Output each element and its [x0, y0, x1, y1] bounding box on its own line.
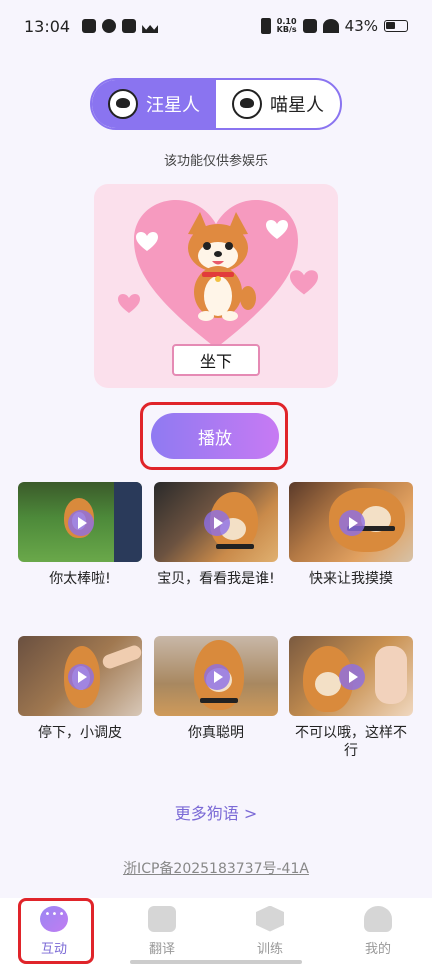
play-button-highlight: 播放 — [140, 402, 288, 470]
tab-profile[interactable]: 我的 — [324, 898, 432, 964]
toggle-dog-label: 汪星人 — [146, 95, 200, 116]
vibrate-icon — [260, 18, 271, 34]
tab-label: 训练 — [256, 941, 283, 957]
chat-icon — [40, 905, 68, 932]
toggle-dog[interactable]: 汪星人 — [92, 80, 216, 128]
phrase-caption: 不可以哦，这样不行 — [295, 725, 407, 759]
toggle-cat-label: 喵星人 — [270, 95, 324, 116]
training-icon — [256, 905, 284, 932]
phrase-caption: 停下，小调皮 — [38, 725, 122, 741]
phrase-thumbnail — [289, 482, 413, 562]
play-icon — [68, 510, 94, 536]
disclaimer: 该功能仅供参娱乐 — [163, 154, 268, 169]
cat-avatar-icon — [232, 89, 262, 119]
tab-label: 互动 — [40, 941, 67, 957]
small-heart-icon — [290, 270, 318, 295]
play-icon — [204, 510, 230, 536]
play-icon — [339, 664, 365, 690]
play-icon — [339, 510, 365, 536]
phrase-card[interactable]: 停下，小调皮 — [18, 636, 142, 742]
bottom-tab-bar: 互动 翻译 训练 我的 — [0, 898, 432, 964]
tab-label: 翻译 — [148, 941, 175, 957]
tab-interact[interactable]: 互动 — [0, 898, 108, 964]
network-speed: 0.10 KB/s — [277, 18, 297, 34]
mail-icon — [122, 19, 137, 33]
phrase-caption: 你真聪明 — [188, 725, 244, 741]
phrase-card[interactable]: 不可以哦，这样不行 — [289, 636, 413, 760]
tab-label: 我的 — [364, 941, 391, 957]
sim-icon — [302, 19, 317, 33]
phrase-caption: 你太棒啦! — [49, 571, 111, 587]
small-heart-icon — [118, 294, 140, 313]
phrase-caption: 快来让我摸摸 — [309, 571, 393, 587]
battery-icon — [384, 20, 408, 32]
status-bar: 13:04 0.10 KB/s 43% — [0, 0, 432, 52]
phrase-thumbnail — [289, 636, 413, 716]
media-icon — [82, 19, 97, 33]
wifi-icon — [322, 19, 339, 33]
phrase-card[interactable]: 你真聪明 — [154, 636, 278, 742]
command-label: 坐下 — [172, 344, 260, 376]
small-heart-icon — [136, 232, 158, 251]
speed-unit: KB/s — [276, 25, 297, 34]
status-right: 0.10 KB/s 43% — [260, 17, 408, 35]
more-phrases-link[interactable]: 更多狗语 > — [0, 800, 432, 824]
phrase-thumbnail — [18, 482, 142, 562]
phrase-thumbnail — [154, 636, 278, 716]
app-icon — [102, 19, 117, 33]
phrase-thumbnail — [154, 482, 278, 562]
play-icon — [204, 664, 230, 690]
phrase-card[interactable]: 快来让我摸摸 — [289, 482, 413, 588]
play-icon — [68, 664, 94, 690]
phrase-thumbnail — [18, 636, 142, 716]
status-left: 13:04 — [24, 17, 158, 36]
toggle-cat[interactable]: 喵星人 — [216, 80, 340, 128]
phrase-caption: 宝贝，看看我是谁! — [157, 571, 275, 587]
home-indicator — [130, 960, 302, 964]
battery-percent: 43% — [344, 17, 378, 35]
play-button[interactable]: 播放 — [151, 413, 279, 459]
status-time: 13:04 — [24, 16, 71, 36]
cartoon-dog-image — [188, 212, 256, 321]
phrase-card[interactable]: 宝贝，看看我是谁! — [154, 482, 278, 588]
crown-icon — [142, 19, 158, 33]
species-toggle: 汪星人 喵星人 — [90, 78, 342, 130]
tab-translate[interactable]: 翻译 — [108, 898, 216, 964]
icp-link[interactable]: 浙ICP备2025183737号-41A — [0, 858, 432, 878]
phrase-card[interactable]: 你太棒啦! — [18, 482, 142, 588]
profile-icon — [364, 905, 392, 932]
dog-avatar-icon — [108, 89, 138, 119]
translate-icon — [148, 905, 176, 932]
tab-training[interactable]: 训练 — [216, 898, 324, 964]
small-heart-icon — [266, 220, 288, 239]
hero-card: 坐下 — [94, 184, 338, 388]
